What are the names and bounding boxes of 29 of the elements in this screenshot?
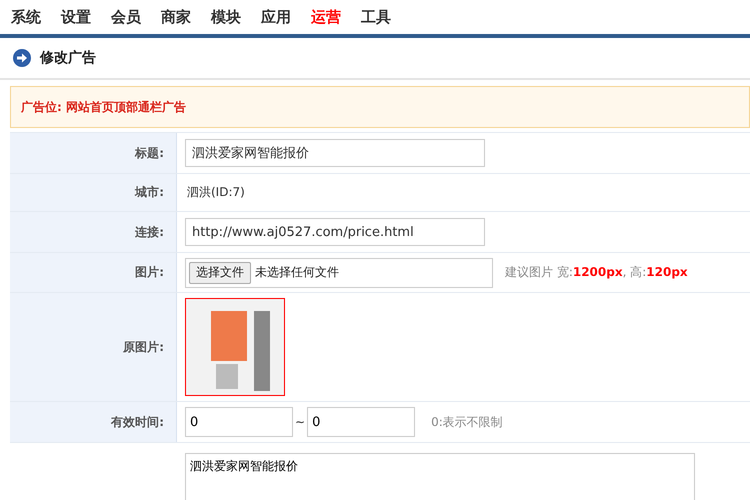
field-label: 有效时间: [111, 414, 164, 430]
text-input[interactable]: http://www.aj0527.com/price.html [185, 218, 485, 246]
range-separator: ~ [295, 415, 306, 429]
nav-tab[interactable]: 应用 [251, 8, 301, 26]
file-status: 未选择任何文件 [255, 264, 339, 281]
time-hint: 0:表示不限制 [431, 414, 503, 430]
nav-tab[interactable]: 模块 [201, 8, 251, 26]
field-label: 城市: [135, 184, 164, 201]
notice-banner: 广告位: 网站首页顶部通栏广告 [10, 86, 750, 128]
nav-tab[interactable]: 运营 [301, 8, 351, 26]
arrow-circle-icon [13, 49, 31, 67]
city-value: 泗洪(ID:7) [186, 184, 245, 201]
page-title: 修改广告 [40, 49, 96, 67]
choose-file-button[interactable]: 选择文件 [189, 262, 251, 284]
field-label: 标题: [135, 144, 164, 162]
nav-tab[interactable]: 设置 [51, 8, 101, 26]
field-label: 图片: [135, 264, 164, 281]
field-label: 连接: [135, 224, 164, 240]
nav-tab[interactable]: 会员 [101, 8, 151, 26]
nav-tab[interactable]: 工具 [351, 8, 401, 26]
end-time-input[interactable]: 0 [307, 407, 416, 437]
start-time-input[interactable]: 0 [185, 407, 293, 437]
file-field[interactable]: 选择文件 未选择任何文件 [185, 258, 493, 288]
size-hint: 建议图片 宽:1200px, 高:120px [505, 264, 688, 281]
text-input[interactable]: 泗洪爱家网智能报价 [185, 139, 485, 167]
nav-tab[interactable]: 系统 [1, 8, 51, 26]
nav-tab[interactable]: 商家 [151, 8, 201, 26]
text-area[interactable]: 泗洪爱家网智能报价 [185, 453, 695, 500]
field-label: 原图片: [123, 338, 164, 356]
